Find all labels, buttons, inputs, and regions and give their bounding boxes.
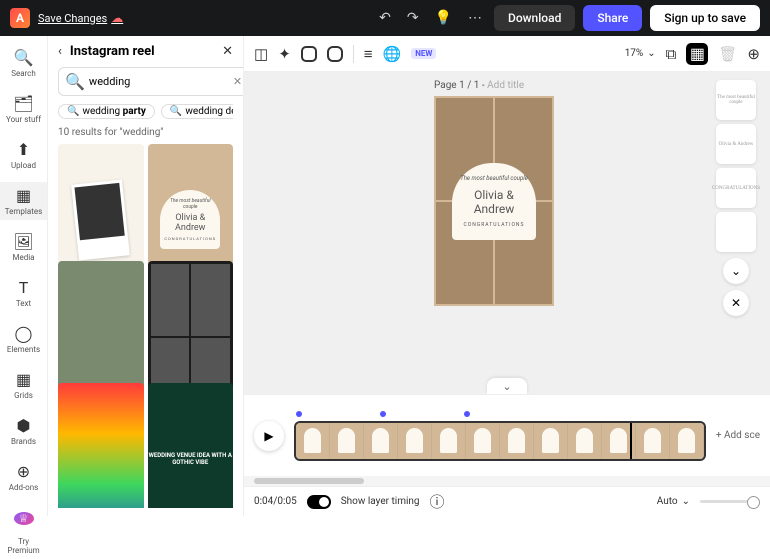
canvas-subtitle: The most beautiful couple <box>456 175 532 182</box>
shape-square-icon[interactable] <box>301 46 317 62</box>
zoom-dropdown[interactable]: 17%⌄ <box>625 48 656 59</box>
timeline-track[interactable]: 5s <box>294 411 706 461</box>
timeline: ▶ 5s + Add sce <box>244 394 770 476</box>
nav-grids[interactable]: ▦Grids <box>0 366 47 404</box>
folder-icon: 🗂 <box>13 94 33 113</box>
layer-timing-label: Show layer timing <box>341 496 420 507</box>
playback-time: 0:04/0:05 <box>254 496 297 507</box>
search-icon: 🔍 <box>65 72 85 91</box>
delete-icon[interactable]: 🗑 <box>718 45 737 63</box>
layer-timing-toggle[interactable] <box>307 495 331 509</box>
addons-icon: ⊕ <box>17 462 30 481</box>
nav-elements[interactable]: ◯Elements <box>0 320 47 358</box>
canvas-viewport[interactable]: Page 1 / 1 - Add title The most beautifu… <box>244 72 770 394</box>
horizontal-scrollbar[interactable] <box>244 476 770 486</box>
search-input[interactable] <box>89 75 229 88</box>
download-button[interactable]: Download <box>494 5 575 31</box>
info-icon[interactable]: ⓘ <box>430 491 445 512</box>
brands-icon: ⬢ <box>17 416 31 435</box>
canvas-page[interactable]: The most beautiful couple Olivia & Andre… <box>434 96 554 306</box>
timeline-marker[interactable] <box>380 411 386 417</box>
upload-icon: ⬆ <box>17 140 30 159</box>
save-changes-label: Save Changes <box>38 12 107 25</box>
timeline-marker[interactable] <box>464 411 470 417</box>
nav-rail: 🔍Search 🗂Your stuff ⬆Upload ▦Templates 🖼… <box>0 36 48 516</box>
search-icon: 🔍 <box>14 48 34 67</box>
panel-title: Instagram reel <box>70 44 214 59</box>
layer-thumb[interactable] <box>716 212 756 252</box>
play-button[interactable]: ▶ <box>254 421 284 451</box>
chevron-down-icon: ⌄ <box>682 496 690 507</box>
nav-templates[interactable]: ▦Templates <box>0 182 47 220</box>
clear-search-icon[interactable]: ✕ <box>233 75 242 88</box>
expand-timeline-tab[interactable]: ⌄ <box>487 378 527 394</box>
panel-back-icon[interactable]: ‹ <box>58 44 62 59</box>
grid-view-toggle[interactable]: ▦ <box>686 43 708 65</box>
timeline-zoom-slider[interactable] <box>700 500 760 503</box>
layer-thumb[interactable]: Olivia & Andrew <box>716 124 756 164</box>
undo-icon[interactable]: ↶ <box>375 6 395 30</box>
layers-icon[interactable]: ◫ <box>254 45 268 63</box>
suggestion-chip-wedding-party[interactable]: 🔍wedding party <box>58 104 155 119</box>
save-changes-link[interactable]: Save Changes ☁ <box>38 11 123 25</box>
timeline-marker[interactable] <box>296 411 302 417</box>
snap-auto-dropdown[interactable]: Auto⌄ <box>657 496 690 507</box>
text-icon: T <box>19 278 29 297</box>
cloud-sync-icon: ☁ <box>111 11 123 25</box>
nav-search[interactable]: 🔍Search <box>0 44 47 82</box>
share-button[interactable]: Share <box>583 5 642 31</box>
translate-icon[interactable]: 🌐 <box>383 45 402 63</box>
nav-your-stuff[interactable]: 🗂Your stuff <box>0 90 47 128</box>
add-title-placeholder[interactable]: Add title <box>487 80 524 91</box>
templates-panel: ‹ Instagram reel ✕ 🔍 ✕ ⚙ 2 🔍wedding part… <box>48 36 244 516</box>
effects-icon[interactable]: ✦ <box>278 45 291 63</box>
signup-button[interactable]: Sign up to save <box>650 5 760 31</box>
canvas-congrats: CONGRATULATIONS <box>456 222 532 228</box>
nav-text[interactable]: TText <box>0 274 47 312</box>
nav-media[interactable]: 🖼Media <box>0 228 47 266</box>
layer-thumb[interactable]: The most beautiful couple <box>716 80 756 120</box>
templates-grid: The most beautiful couple Olivia & Andre… <box>58 144 233 508</box>
playhead[interactable] <box>630 421 632 461</box>
more-icon[interactable]: ⋯ <box>464 6 486 30</box>
nav-brands[interactable]: ⬢Brands <box>0 412 47 450</box>
copy-icon[interactable]: ⧉ <box>666 45 677 63</box>
media-icon: 🖼 <box>13 232 33 251</box>
panel-close-icon[interactable]: ✕ <box>222 44 233 59</box>
align-icon[interactable]: ≡ <box>364 45 373 63</box>
clip-strip[interactable]: 5s <box>294 421 706 461</box>
chevron-down-icon: ⌄ <box>647 48 655 59</box>
top-bar: A Save Changes ☁ ↶ ↷ 💡 ⋯ Download Share … <box>0 0 770 36</box>
redo-icon[interactable]: ↷ <box>403 6 423 30</box>
canvas-toolbar: ◫ ✦ ≡ 🌐 NEW 17%⌄ ⧉ ▦ 🗑 ⊕ <box>244 36 770 72</box>
new-badge: NEW <box>411 48 436 59</box>
page-label[interactable]: Page 1 / 1 - Add title <box>434 80 524 91</box>
page-thumbnails: The most beautiful couple Olivia & Andre… <box>716 80 756 316</box>
app-logo[interactable]: A <box>10 8 30 28</box>
bottom-bar: 0:04/0:05 Show layer timing ⓘ Auto⌄ <box>244 486 770 516</box>
grids-icon: ▦ <box>16 370 31 389</box>
premium-icon[interactable]: ♕ <box>14 512 34 525</box>
nav-premium[interactable]: Try Premium <box>0 533 47 559</box>
elements-icon: ◯ <box>15 324 33 343</box>
template-card[interactable]: WEDDING VENUE IDEA WITH A GOTHIC VIBE <box>148 383 234 508</box>
add-scene-button[interactable]: + Add sce <box>716 430 760 441</box>
close-thumbs-icon[interactable]: ✕ <box>723 290 749 316</box>
template-search-box[interactable]: 🔍 ✕ <box>58 67 244 96</box>
tips-icon[interactable]: 💡 <box>431 6 456 30</box>
add-page-icon[interactable]: ⊕ <box>747 45 760 63</box>
suggestion-chip-wedding-de[interactable]: 🔍wedding de <box>161 104 233 119</box>
results-count: 10 results for "wedding" <box>58 127 233 138</box>
canvas-area: ◫ ✦ ≡ 🌐 NEW 17%⌄ ⧉ ▦ 🗑 ⊕ Page 1 / 1 - Ad… <box>244 36 770 516</box>
nav-addons[interactable]: ⊕Add-ons <box>0 458 47 496</box>
template-card[interactable]: Let's Celebrate! <box>58 383 144 508</box>
templates-icon: ▦ <box>16 186 31 205</box>
shape-rounded-icon[interactable] <box>327 46 343 62</box>
nav-upload[interactable]: ⬆Upload <box>0 136 47 174</box>
layer-thumb[interactable]: CONGRATULATIONS <box>716 168 756 208</box>
canvas-names: Olivia & Andrew <box>456 188 532 216</box>
expand-thumbs-icon[interactable]: ⌄ <box>723 258 749 284</box>
